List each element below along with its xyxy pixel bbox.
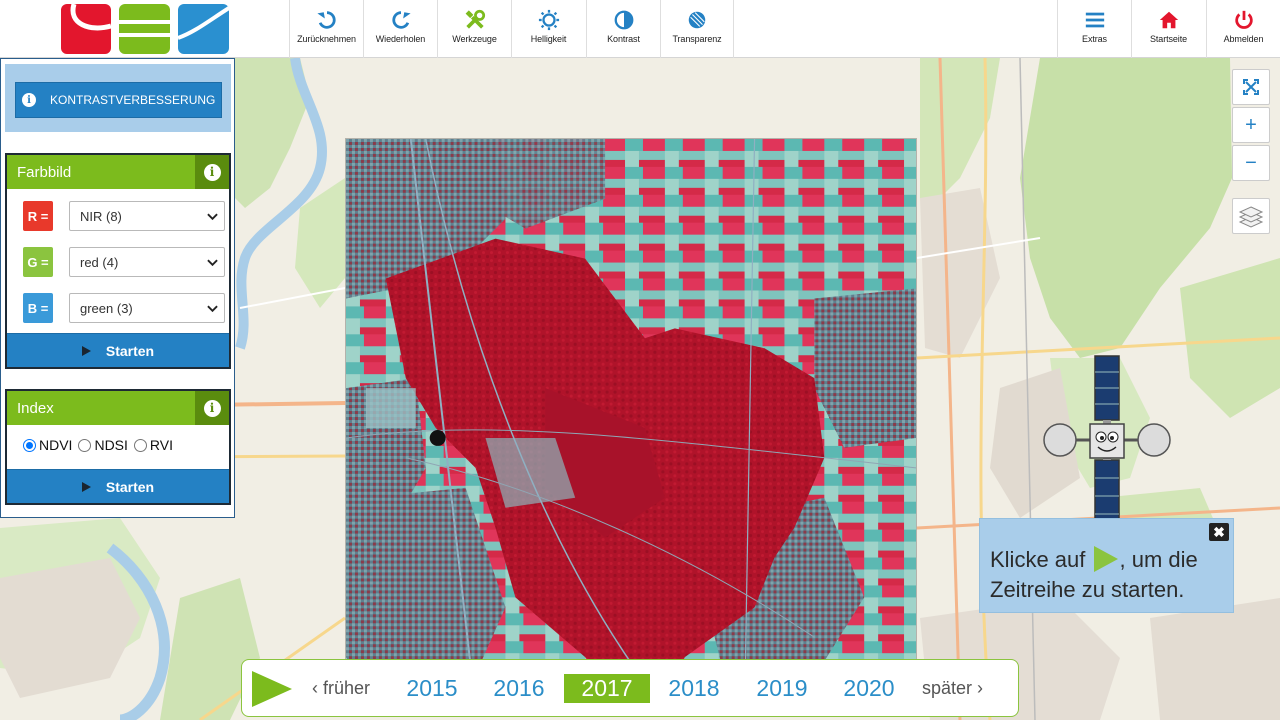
band-select-green[interactable]: red (4) [69,247,225,277]
radio-button[interactable] [23,438,36,452]
band-row-green: G = red (4) [23,247,227,277]
play-icon [81,345,91,356]
info-icon: i [22,93,36,107]
color-composite-info-button[interactable]: i [195,155,229,189]
hint-tooltip: ✖ Klicke auf , um die Zeitreihe zu start… [979,518,1234,613]
timeline-year-2020[interactable]: 2020 [826,674,912,703]
band-select-red[interactable]: NIR (8) [69,201,225,231]
close-hint-button[interactable]: ✖ [1209,523,1229,541]
tools-button[interactable]: Werkzeuge [437,0,511,58]
logout-button[interactable]: Abmelden [1206,0,1280,58]
radio-label: NDSI [94,437,128,453]
redo-icon [364,0,437,34]
zoom-out-button[interactable]: − [1232,145,1270,181]
brightness-button[interactable]: Helligkeit [511,0,585,58]
fullscreen-icon [1243,79,1259,95]
zoom-out-icon: − [1245,151,1257,174]
radio-button[interactable] [78,438,92,452]
info-icon: i [203,163,221,181]
index-panel: Index i NDVI NDSI RVI Starten [5,389,231,505]
color-composite-panel: Farbbild i R = NIR (8) G = red (4) B = g… [5,153,231,369]
brightness-icon [512,0,585,34]
app-logo [61,4,230,54]
band-tag-red: R = [23,201,53,231]
contrast-button[interactable]: Kontrast [586,0,660,58]
timeline-year-2018[interactable]: 2018 [651,674,737,703]
index-info-button[interactable]: i [195,391,229,425]
timeline-earlier-label: früher [323,678,371,698]
hint-text-part: Klicke auf [990,547,1086,572]
band-row-red: R = NIR (8) [23,201,227,231]
mascot-satellite [1043,355,1171,535]
chevron-left-icon: ‹ [312,678,318,698]
home-icon [1132,0,1205,34]
color-composite-start-button[interactable]: Starten [7,333,229,367]
timeline-play-button[interactable] [252,671,292,707]
contrast-icon [587,0,660,34]
transparency-button[interactable]: Transparenz [660,0,734,58]
start-label: Starten [105,478,155,495]
chevron-right-icon: › [977,678,984,698]
timeline-year-2019[interactable]: 2019 [739,674,825,703]
timeline-bar: ‹ früher 2015 2016 2017 2018 2019 2020 s… [241,659,1019,717]
timeline-earlier-button[interactable]: ‹ früher [312,678,370,699]
timeline-year-2017[interactable]: 2017 [564,674,650,703]
main-toolbar: Zurücknehmen Wiederholen Werkzeuge Helli… [0,0,1280,58]
sidebar: i KONTRASTVERBESSERUNG Farbbild i R = NI… [0,58,235,518]
undo-button[interactable]: Zurücknehmen [289,0,363,58]
fullscreen-button[interactable] [1232,69,1270,105]
index-option-ndsi[interactable]: NDSI [78,437,128,453]
contrast-enhancement-button[interactable]: i KONTRASTVERBESSERUNG [15,82,222,118]
satellite-image [345,138,917,710]
timeline-later-label: später [922,678,973,698]
timeline-year-2015[interactable]: 2015 [389,674,475,703]
transparency-icon [661,0,733,34]
start-label: Starten [105,342,155,359]
panel-title: Index [17,399,54,417]
extras-button[interactable]: Extras [1057,0,1131,58]
index-header: Index i [7,391,229,425]
tools-icon [438,0,511,34]
timeline-later-button[interactable]: später › [922,678,983,699]
play-icon [81,481,91,492]
chevron-down-icon [207,305,218,313]
layers-button[interactable] [1232,198,1270,234]
redo-button[interactable]: Wiederholen [363,0,437,58]
band-select-blue[interactable]: green (3) [69,293,225,323]
band-select-value: red (4) [80,254,119,270]
menu-icon [1058,0,1131,34]
chevron-down-icon [207,259,218,267]
layers-icon [1238,206,1264,228]
band-select-value: green (3) [80,300,133,316]
chevron-down-icon [207,213,218,221]
close-icon: ✖ [1213,523,1225,540]
timeline-year-2016[interactable]: 2016 [476,674,562,703]
band-row-blue: B = green (3) [23,293,227,323]
home-button[interactable]: Startseite [1131,0,1205,58]
radio-label: RVI [149,437,173,453]
index-options: NDVI NDSI RVI [23,437,179,453]
radio-button[interactable] [133,438,147,452]
play-icon [1093,546,1118,572]
band-tag-green: G = [23,247,53,277]
contrast-enhancement-box: i KONTRASTVERBESSERUNG [5,64,231,132]
panel-title: Farbbild [17,163,72,181]
info-icon: i [203,399,221,417]
zoom-in-button[interactable]: + [1232,107,1270,143]
index-start-button[interactable]: Starten [7,469,229,503]
contrast-enhancement-label: KONTRASTVERBESSERUNG [50,93,216,107]
power-icon [1207,0,1280,34]
index-option-rvi[interactable]: RVI [133,437,173,453]
band-tag-blue: B = [23,293,53,323]
index-option-ndvi[interactable]: NDVI [23,437,72,453]
hint-text: Klicke auf , um die Zeitreihe zu starten… [990,545,1230,605]
undo-icon [290,0,363,34]
zoom-in-icon: + [1245,113,1257,136]
color-composite-header: Farbbild i [7,155,229,189]
radio-label: NDVI [39,437,73,453]
band-select-value: NIR (8) [80,208,122,224]
